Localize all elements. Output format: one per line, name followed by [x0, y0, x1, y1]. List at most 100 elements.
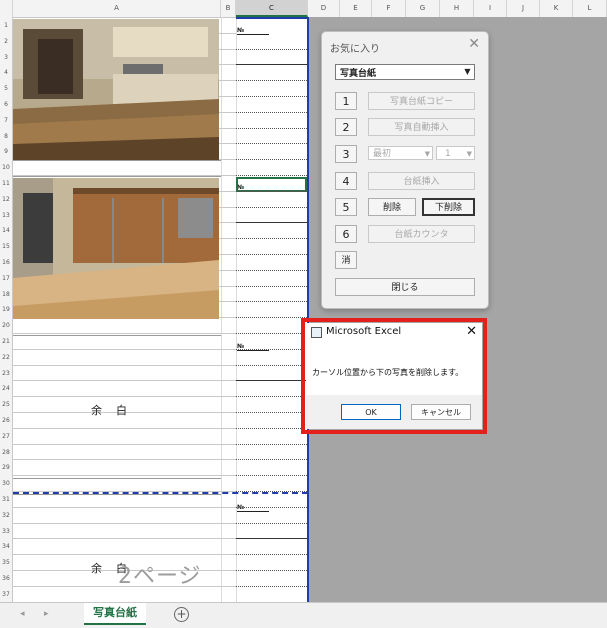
row-header-4[interactable]: 4 — [0, 69, 12, 76]
row-header-27[interactable]: 27 — [0, 433, 12, 440]
sheet-tab-photo-template[interactable]: 写真台紙 — [84, 603, 146, 625]
row-header-22[interactable]: 22 — [0, 354, 12, 361]
column-header-e[interactable]: E — [340, 0, 372, 17]
number-button-3[interactable]: 3 — [335, 145, 357, 163]
column-header-i[interactable]: I — [474, 0, 507, 17]
row-header-24[interactable]: 24 — [0, 385, 12, 392]
chevron-down-icon[interactable]: ▼ — [425, 147, 430, 161]
print-area-top — [236, 17, 308, 19]
column-header-f[interactable]: F — [372, 0, 406, 17]
row-header-13[interactable]: 13 — [0, 212, 12, 219]
count-select[interactable]: 1 ▼ — [436, 146, 475, 160]
number-button-4[interactable]: 4 — [335, 172, 357, 190]
row-header-35[interactable]: 35 — [0, 559, 12, 566]
column-header-a[interactable]: A — [13, 0, 221, 17]
row-header-9[interactable]: 9 — [0, 148, 12, 155]
row-header-33[interactable]: 33 — [0, 528, 12, 535]
row-header-25[interactable]: 25 — [0, 401, 12, 408]
copy-template-button[interactable]: 写真台紙コピー — [368, 92, 475, 110]
select-all-corner[interactable] — [0, 0, 13, 17]
start-select[interactable]: 最初 ▼ — [368, 146, 433, 160]
memo-rule-line — [236, 459, 307, 461]
column-header-h[interactable]: H — [440, 0, 474, 17]
row-header-19[interactable]: 19 — [0, 306, 12, 313]
cancel-button[interactable]: キャンセル — [411, 404, 471, 420]
row-header-1[interactable]: 1 — [0, 22, 12, 29]
row-header-23[interactable]: 23 — [0, 370, 12, 377]
column-header-g[interactable]: G — [406, 0, 440, 17]
column-header-k[interactable]: K — [540, 0, 573, 17]
number-button-1[interactable]: 1 — [335, 92, 357, 110]
memo-rule-line — [236, 570, 307, 571]
number-button-5[interactable]: 5 — [335, 198, 357, 216]
row-header-10[interactable]: 10 — [0, 164, 12, 171]
memo-rule-line — [236, 380, 307, 382]
row-header-20[interactable]: 20 — [0, 322, 12, 329]
column-header-j[interactable]: J — [507, 0, 540, 17]
tab-scroll-left-icon[interactable]: ◂ — [20, 609, 25, 619]
chevron-down-icon[interactable]: ▼ — [467, 147, 472, 161]
section-border — [13, 494, 221, 495]
row-header-8[interactable]: 8 — [0, 133, 12, 140]
row-header-11[interactable]: 11 — [0, 180, 12, 187]
close-form-button[interactable]: 閉じる — [335, 278, 475, 296]
row-header-6[interactable]: 6 — [0, 101, 12, 108]
row-header-21[interactable]: 21 — [0, 338, 12, 345]
row-header-12[interactable]: 12 — [0, 196, 12, 203]
close-icon[interactable]: ✕ — [468, 36, 480, 52]
memo-rule-line — [236, 506, 307, 508]
memo-rule-line — [236, 538, 307, 540]
memo-rule-line — [236, 48, 307, 50]
close-icon[interactable]: ✕ — [466, 324, 477, 339]
memo-rule-line — [236, 522, 307, 524]
row-header-17[interactable]: 17 — [0, 275, 12, 282]
row-header-26[interactable]: 26 — [0, 417, 12, 424]
row-header-29[interactable]: 29 — [0, 464, 12, 471]
template-combo[interactable]: 写真台紙 ▼ — [335, 64, 475, 80]
memo-rule-line — [236, 111, 307, 113]
row-header-31[interactable]: 31 — [0, 496, 12, 503]
number-mark: № — [237, 27, 269, 35]
row-header-3[interactable]: 3 — [0, 54, 12, 61]
column-header-l[interactable]: L — [573, 0, 607, 17]
row-header-28[interactable]: 28 — [0, 449, 12, 456]
row-header-14[interactable]: 14 — [0, 227, 12, 234]
number-mark: № — [237, 504, 269, 512]
chevron-down-icon[interactable]: ▼ — [462, 66, 473, 78]
column-header-d[interactable]: D — [308, 0, 340, 17]
insert-template-button[interactable]: 台紙挿入 — [368, 172, 475, 190]
gridline — [13, 522, 236, 524]
photo-kitchen[interactable] — [13, 19, 219, 160]
message-text: カーソル位置から下の写真を削除します。 — [312, 368, 464, 377]
row-header-37[interactable]: 37 — [0, 591, 12, 598]
column-header-b[interactable]: B — [221, 0, 236, 17]
gridline — [13, 538, 236, 540]
row-header-15[interactable]: 15 — [0, 243, 12, 250]
row-header-34[interactable]: 34 — [0, 543, 12, 550]
row-header-2[interactable]: 2 — [0, 38, 12, 45]
message-box: Microsoft Excel ✕ カーソル位置から下の写真を削除します。 OK… — [306, 323, 482, 429]
add-sheet-icon[interactable]: + — [174, 607, 189, 622]
column-header-c[interactable]: C — [236, 0, 308, 17]
photo-room[interactable] — [13, 178, 219, 319]
memo-rule-line — [236, 222, 307, 224]
ok-button[interactable]: OK — [341, 404, 401, 420]
row-header-5[interactable]: 5 — [0, 85, 12, 92]
template-counter-button[interactable]: 台紙カウンタ — [368, 225, 475, 243]
row-header-30[interactable]: 30 — [0, 480, 12, 487]
row-header-18[interactable]: 18 — [0, 291, 12, 298]
number-button-6[interactable]: 6 — [335, 225, 357, 243]
active-cell[interactable] — [236, 177, 307, 192]
gridline — [221, 17, 222, 602]
delete-below-button[interactable]: 下削除 — [422, 198, 475, 216]
number-button-2[interactable]: 2 — [335, 118, 357, 136]
row-header-32[interactable]: 32 — [0, 512, 12, 519]
tab-scroll-right-icon[interactable]: ▸ — [44, 609, 49, 619]
auto-insert-photo-button[interactable]: 写真自動挿入 — [368, 118, 475, 136]
clear-button[interactable]: 消 — [335, 251, 357, 269]
row-header-36[interactable]: 36 — [0, 575, 12, 582]
row-header-7[interactable]: 7 — [0, 117, 12, 124]
row-header-16[interactable]: 16 — [0, 259, 12, 266]
print-area-border — [307, 17, 309, 602]
delete-button[interactable]: 削除 — [368, 198, 416, 216]
